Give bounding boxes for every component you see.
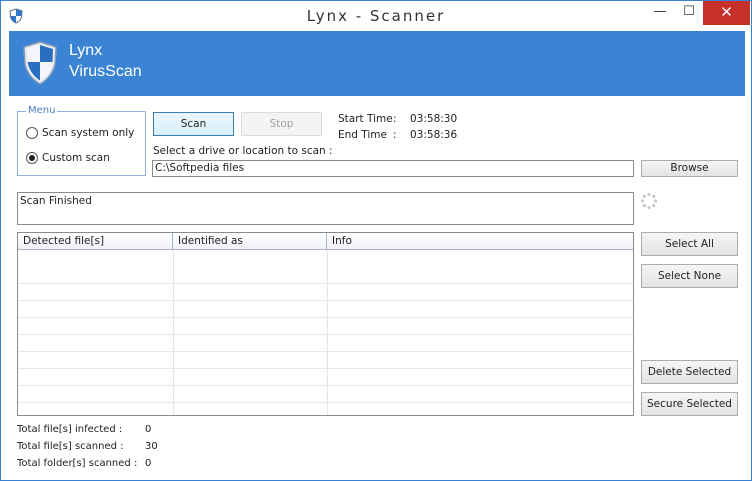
start-time-label: Start Time	[338, 113, 393, 125]
location-prompt: Select a drive or location to scan :	[153, 145, 333, 157]
folders-count-value: 0	[145, 458, 152, 469]
radio-custom-scan[interactable]: Custom scan	[26, 152, 110, 164]
scan-status-box: Scan Finished	[17, 192, 634, 225]
minimize-button[interactable]: —	[645, 1, 675, 25]
select-all-button[interactable]: Select All	[641, 232, 738, 256]
brand-line-2: VirusScan	[69, 63, 142, 80]
radio-indicator[interactable]	[26, 152, 38, 164]
table-row	[18, 369, 633, 386]
scan-button[interactable]: Scan	[153, 112, 234, 136]
infected-count-value: 0	[145, 424, 152, 435]
title-bar[interactable]: Lynx - Scanner — ☐ ✕	[1, 1, 751, 31]
radio-indicator[interactable]	[26, 127, 38, 139]
brand-line-1: Lynx	[69, 42, 103, 59]
end-time-value: 03:58:36	[410, 129, 458, 141]
end-time-label: End Time	[338, 129, 387, 141]
table-row	[18, 352, 633, 369]
radio-label: Custom scan	[42, 152, 110, 164]
infected-count-label: Total file[s] infected :	[17, 424, 123, 435]
radio-label: Scan system only	[42, 127, 135, 139]
table-row	[18, 301, 633, 318]
location-path-input[interactable]: C:\Softpedia files	[152, 160, 634, 177]
scanned-count-label: Total file[s] scanned :	[17, 441, 124, 452]
table-row	[18, 318, 633, 335]
select-none-button[interactable]: Select None	[641, 264, 738, 288]
radio-scan-system-only[interactable]: Scan system only	[26, 127, 134, 139]
header-banner: Lynx VirusScan	[9, 31, 745, 96]
table-header: Detected file[s] Identified as Info	[18, 233, 633, 250]
scan-status-text: Scan Finished	[20, 195, 92, 207]
close-button[interactable]: ✕	[703, 1, 750, 25]
column-detected-files[interactable]: Detected file[s]	[18, 233, 173, 250]
delete-selected-button[interactable]: Delete Selected	[641, 360, 738, 384]
brand-name: Lynx VirusScan	[69, 40, 142, 82]
scan-menu-group: Menu Scan system only Custom scan	[17, 105, 146, 176]
table-row	[18, 386, 633, 403]
column-info[interactable]: Info	[327, 233, 633, 250]
folders-count-label: Total folder[s] scanned :	[17, 458, 138, 469]
table-row	[18, 403, 633, 415]
shield-logo-icon	[23, 41, 57, 85]
scanned-count-value: 30	[145, 441, 158, 452]
app-window: Lynx - Scanner — ☐ ✕ Lynx VirusScan Menu…	[0, 0, 752, 481]
loading-spinner-icon	[640, 192, 658, 210]
maximize-button[interactable]: ☐	[675, 1, 703, 25]
table-row	[18, 267, 633, 284]
column-identified-as[interactable]: Identified as	[173, 233, 327, 250]
browse-button[interactable]: Browse	[641, 160, 738, 177]
table-row	[18, 284, 633, 301]
menu-legend: Menu	[26, 105, 58, 116]
table-row	[18, 335, 633, 352]
start-time-separator: :	[393, 113, 397, 125]
detected-files-table[interactable]: Detected file[s] Identified as Info	[17, 232, 634, 416]
stop-button[interactable]: Stop	[241, 112, 322, 136]
window-title: Lynx - Scanner	[306, 7, 446, 25]
end-time-separator: :	[393, 129, 397, 141]
secure-selected-button[interactable]: Secure Selected	[641, 392, 738, 416]
start-time-value: 03:58:30	[410, 113, 458, 125]
